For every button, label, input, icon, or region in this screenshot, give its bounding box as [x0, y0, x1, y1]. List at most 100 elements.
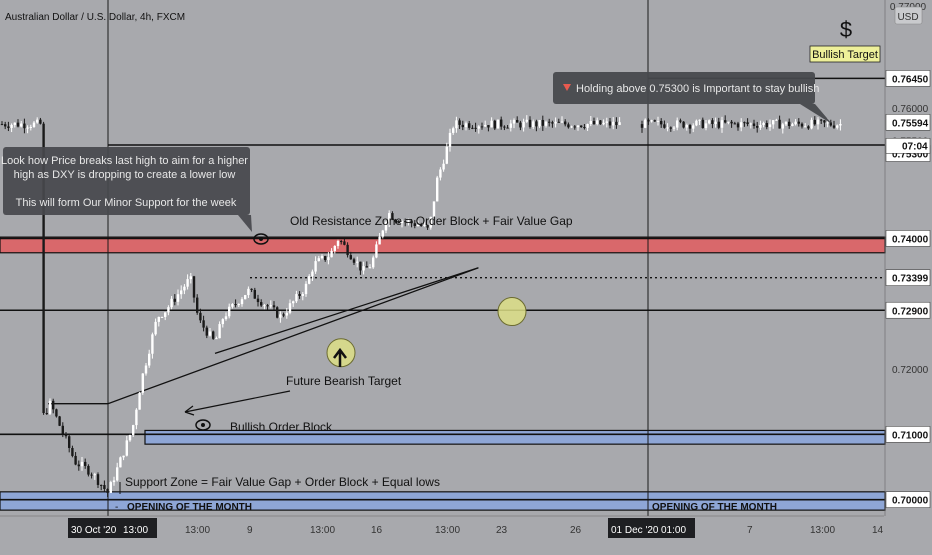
candle-body [164, 312, 167, 317]
price-tick-label: 0.76000 [892, 104, 929, 115]
candle-body [567, 124, 570, 128]
candle-body [244, 295, 247, 300]
candle-body [125, 440, 128, 456]
candle-body [436, 177, 439, 202]
candle-body [816, 119, 820, 125]
callout-line: Look how Price breaks last high to aim f… [1, 155, 248, 167]
candle-body [727, 121, 730, 123]
candle-body [512, 119, 516, 124]
candle-body [500, 119, 503, 127]
candle-body [596, 120, 599, 125]
price-level-label: 0.73399 [892, 274, 929, 285]
time-tick-label: 13:00 [435, 525, 460, 536]
candle-body [589, 120, 592, 125]
candle-body [580, 125, 583, 128]
candle-body [669, 127, 672, 129]
candle-body [240, 299, 244, 305]
resistance-zone[interactable] [0, 236, 886, 254]
candle-body [189, 276, 192, 280]
candle-body [119, 457, 122, 468]
candle-body [250, 288, 253, 290]
chart-container[interactable]: Old Resistance Zone = Order Block + Fair… [0, 0, 932, 550]
candle-body [68, 436, 71, 448]
candle-body [736, 123, 740, 128]
candle-body [90, 474, 93, 476]
candle-body [32, 122, 36, 127]
candle-body [679, 120, 682, 122]
candle-body [208, 331, 212, 336]
candle-body [762, 122, 765, 125]
candle-body [516, 119, 519, 123]
candle-body [714, 121, 717, 125]
bearish-target-pointer [184, 390, 291, 413]
candle-body [23, 123, 26, 129]
candle-body [544, 121, 548, 126]
candle-body [333, 245, 336, 251]
candle-body [519, 122, 522, 128]
candle-body [84, 461, 87, 466]
candle-body [826, 122, 829, 124]
future-bearish-target-label: Future Bearish Target [286, 374, 402, 388]
candle-body [205, 327, 208, 336]
candle-body [496, 119, 500, 129]
price-level-label: 0.76450 [892, 74, 929, 85]
candle-body [480, 126, 484, 128]
candle-body [317, 258, 320, 262]
candle-body [525, 119, 528, 122]
candle-body [484, 125, 487, 127]
candle-body [314, 261, 317, 272]
time-tick-label: 01 Dec '20 [611, 525, 659, 536]
candle-body [452, 128, 455, 133]
candle-body [695, 120, 698, 126]
chart-svg[interactable]: Old Resistance Zone = Order Block + Fair… [0, 0, 932, 550]
candle-body [759, 124, 762, 128]
candle-body [458, 120, 461, 125]
candle-body [272, 305, 276, 308]
candle-body [13, 122, 16, 125]
candle-body [720, 120, 724, 128]
candle-body [839, 123, 842, 126]
callout-line: high as DXY is dropping to create a lowe… [14, 169, 236, 181]
candle-body [221, 319, 224, 325]
candle-body [212, 331, 215, 339]
candle-body [74, 455, 77, 465]
candle-body [362, 266, 365, 271]
candle-body [599, 120, 602, 125]
time-tick-label: 13:00 [123, 525, 148, 536]
candle-body [186, 279, 189, 287]
candle-body [464, 123, 468, 128]
candle-body [256, 298, 260, 303]
candle-body [487, 125, 490, 128]
price-level-label: 0.70000 [892, 496, 929, 507]
candle-body [375, 244, 378, 258]
candle-body [4, 124, 7, 127]
candle-body [199, 312, 202, 321]
candle-body [666, 127, 669, 129]
price-axis[interactable]: 0.765000.760000.755000.740000.720000.764… [885, 70, 931, 508]
candle-body [170, 298, 173, 308]
candle-body [788, 121, 791, 127]
candle-body [247, 288, 250, 296]
candle-body [320, 256, 324, 259]
candle-body [336, 241, 340, 246]
candle-body [506, 127, 509, 129]
candle-body [698, 119, 701, 121]
price-break-callout[interactable]: Look how Price breaks last high to aim f… [1, 147, 252, 232]
dollar-sign-icon: $ [840, 17, 852, 42]
candle-body [183, 286, 186, 291]
candle-body [234, 304, 237, 306]
candle-body [109, 482, 112, 493]
eye-icon[interactable] [195, 419, 211, 431]
holding-note-callout[interactable]: Holding above 0.75300 is Important to st… [553, 72, 832, 124]
candle-body [704, 123, 708, 129]
candle-body [810, 119, 813, 129]
candle-body [327, 257, 330, 261]
candle-body [269, 305, 272, 307]
candle-body [352, 259, 356, 263]
time-tick-label: 13:00 [185, 525, 210, 536]
candle-body [685, 125, 688, 128]
candle-body [784, 121, 788, 125]
time-tick-label: 23 [496, 525, 508, 536]
candle-body [605, 121, 608, 123]
candle-body [224, 316, 228, 320]
